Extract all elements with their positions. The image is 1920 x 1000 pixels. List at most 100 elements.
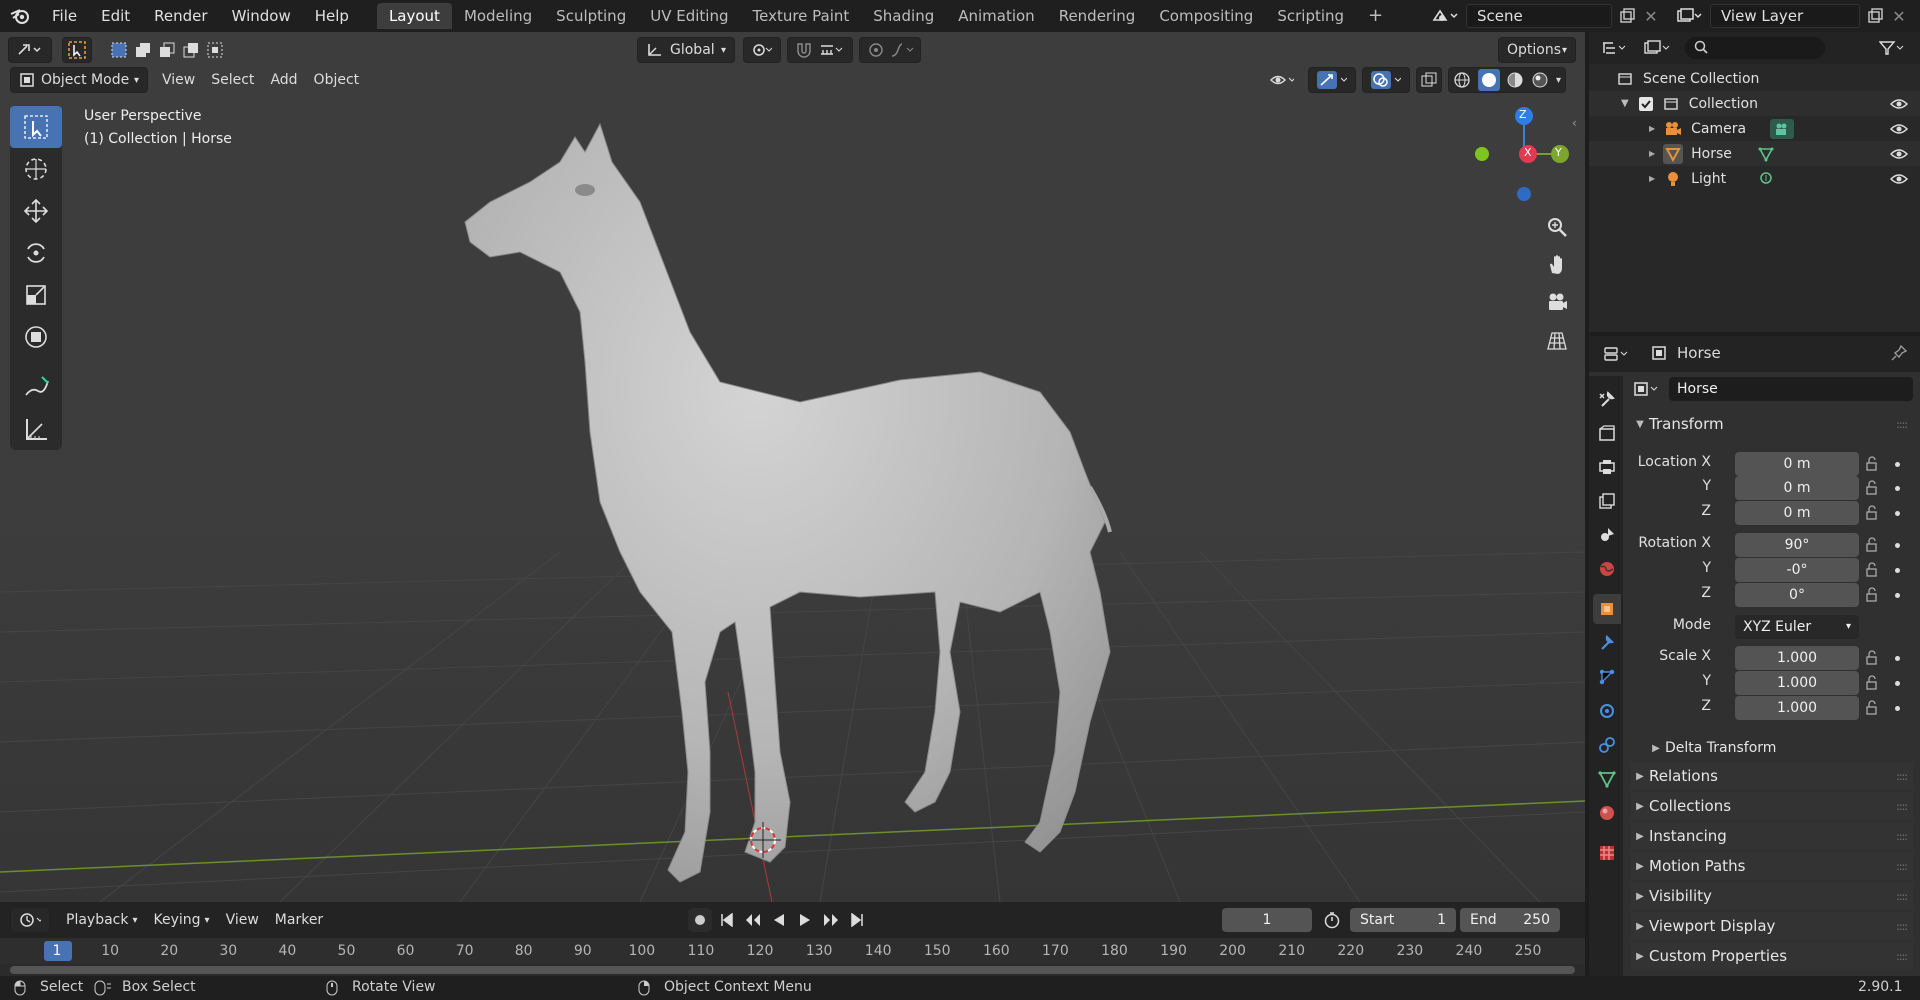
menu-marker[interactable]: Marker (267, 907, 331, 933)
filter-icon[interactable] (1875, 36, 1909, 60)
proportional-editing-icon[interactable] (864, 42, 887, 58)
tab-modeling[interactable]: Modeling (452, 3, 544, 29)
outliner-row-light[interactable]: ▶ Light (1589, 166, 1920, 191)
eye-icon[interactable] (1890, 97, 1908, 111)
extend-selection-icon[interactable] (132, 37, 154, 63)
tab-render[interactable] (1593, 418, 1621, 448)
difference-selection-icon[interactable] (180, 37, 202, 63)
custom-properties-panel-header[interactable]: ▶ Custom Properties:::: (1631, 942, 1913, 970)
light-data-icon[interactable] (1756, 171, 1776, 187)
outliner-row-scene-collection[interactable]: Scene Collection (1589, 66, 1920, 91)
menu-render[interactable]: Render (142, 7, 219, 25)
select-box-tool[interactable] (10, 106, 62, 148)
drag-handle-icon[interactable]: :::: (1896, 890, 1908, 903)
tab-physics[interactable] (1593, 696, 1621, 726)
disclosure-triangle-open-icon[interactable]: ▼ (1621, 98, 1629, 109)
timeline-editor-type-button[interactable] (10, 907, 50, 933)
scale-z-field[interactable]: 1.000 (1735, 696, 1859, 720)
zoom-icon[interactable] (1539, 209, 1575, 245)
xray-toggle[interactable] (1416, 67, 1442, 93)
lock-icon[interactable] (1865, 505, 1881, 521)
tab-compositing[interactable]: Compositing (1147, 3, 1265, 29)
play-reverse-icon[interactable] (768, 913, 790, 927)
jump-keyframe-forward-icon[interactable] (820, 913, 842, 927)
drag-handle-icon[interactable]: :::: (1896, 920, 1908, 933)
properties-editor-type-icon[interactable] (1599, 342, 1635, 366)
tab-rendering[interactable]: Rendering (1047, 3, 1148, 29)
record-icon[interactable] (688, 908, 712, 932)
delete-scene-icon[interactable]: ✕ (1640, 5, 1662, 27)
material-preview-icon[interactable] (1506, 71, 1524, 89)
transform-tool[interactable] (10, 316, 62, 358)
outliner-editor-type-icon[interactable] (1597, 36, 1633, 60)
transform-panel-header[interactable]: ▼ Transform :::: (1631, 410, 1913, 438)
menu-help[interactable]: Help (303, 7, 361, 25)
chevron-left-icon[interactable]: ‹ (1572, 116, 1577, 130)
options-dropdown[interactable]: Options ▾ (1498, 37, 1576, 63)
relations-panel-header[interactable]: ▶ Relations:::: (1631, 762, 1913, 790)
camera-data-icon[interactable] (1770, 118, 1795, 139)
magnet-icon[interactable] (792, 42, 816, 58)
menu-file[interactable]: File (40, 7, 89, 25)
motion-paths-panel-header[interactable]: ▶ Motion Paths:::: (1631, 852, 1913, 880)
menu-timeline-view[interactable]: View (218, 907, 267, 933)
checkbox-checked-icon[interactable] (1638, 96, 1653, 111)
tab-modifiers[interactable] (1593, 628, 1621, 658)
menu-add[interactable]: Add (262, 67, 305, 93)
pivot-point-dropdown[interactable] (743, 37, 781, 63)
collections-panel-header[interactable]: ▶ Collections:::: (1631, 792, 1913, 820)
snap-increment-icon[interactable] (816, 42, 846, 58)
location-z-field[interactable]: 0 m (1735, 501, 1859, 525)
rotation-y-field[interactable]: -0° (1735, 558, 1859, 582)
eye-icon[interactable] (1890, 172, 1908, 186)
tab-view-layer[interactable] (1593, 486, 1621, 516)
tab-scene[interactable] (1593, 520, 1621, 550)
tab-shading[interactable]: Shading (861, 3, 946, 29)
mesh-data-icon[interactable] (1756, 146, 1776, 162)
new-view-layer-icon[interactable] (1864, 5, 1886, 27)
location-x-field[interactable]: 0 m (1735, 452, 1859, 476)
menu-select[interactable]: Select (203, 67, 262, 93)
wireframe-shading-icon[interactable] (1453, 71, 1471, 89)
overlays-toggle[interactable] (1362, 67, 1410, 93)
new-scene-icon[interactable] (1616, 5, 1638, 27)
end-frame-field[interactable]: End 250 (1460, 908, 1560, 932)
tab-particles[interactable] (1593, 662, 1621, 692)
rotation-x-field[interactable]: 90° (1735, 533, 1859, 557)
delete-view-layer-icon[interactable]: ✕ (1888, 5, 1910, 27)
jump-keyframe-back-icon[interactable] (742, 913, 764, 927)
tab-output[interactable] (1593, 452, 1621, 482)
scale-x-field[interactable]: 1.000 (1735, 646, 1859, 670)
keyframe-dot-icon[interactable] (1895, 486, 1900, 491)
menu-object[interactable]: Object (306, 67, 368, 93)
rotation-mode-dropdown[interactable]: XYZ Euler ▾ (1735, 615, 1859, 639)
blender-logo-icon[interactable] (0, 0, 40, 32)
move-tool[interactable] (10, 190, 62, 232)
pan-hand-icon[interactable] (1539, 246, 1575, 282)
menu-view[interactable]: View (154, 67, 203, 93)
disclosure-triangle-closed-icon[interactable]: ▶ (1649, 174, 1655, 183)
cursor-tool[interactable] (10, 148, 62, 190)
visibility-dropdown[interactable] (1262, 67, 1302, 93)
menu-keying[interactable]: Keying ▾ (146, 907, 218, 933)
keyframe-dot-icon[interactable] (1895, 593, 1900, 598)
gizmo-toggle[interactable] (1308, 67, 1356, 93)
disclosure-triangle-closed-icon[interactable]: ▶ (1649, 149, 1655, 158)
measure-tool[interactable] (10, 408, 62, 450)
annotate-tool[interactable] (10, 366, 62, 408)
solid-shading-icon[interactable] (1477, 69, 1500, 91)
drag-handle-icon[interactable]: :::: (1896, 860, 1908, 873)
tab-world[interactable] (1593, 554, 1621, 584)
instancing-panel-header[interactable]: ▶ Instancing:::: (1631, 822, 1913, 850)
intersect-selection-icon[interactable] (204, 37, 226, 63)
display-mode-icon[interactable] (1639, 36, 1675, 60)
tab-animation[interactable]: Animation (946, 3, 1046, 29)
jump-end-icon[interactable] (846, 913, 868, 927)
lock-icon[interactable] (1865, 480, 1881, 496)
menu-edit[interactable]: Edit (89, 7, 142, 25)
lock-icon[interactable] (1865, 700, 1881, 716)
lock-icon[interactable] (1865, 537, 1881, 553)
frame-ruler[interactable]: 1 10 20 30 40 50 60 70 80 90 100 110 120 130 140 150 160… (0, 938, 1585, 964)
object-name-field[interactable]: Horse (1669, 377, 1913, 401)
timeline-scrollbar[interactable] (10, 966, 1575, 974)
